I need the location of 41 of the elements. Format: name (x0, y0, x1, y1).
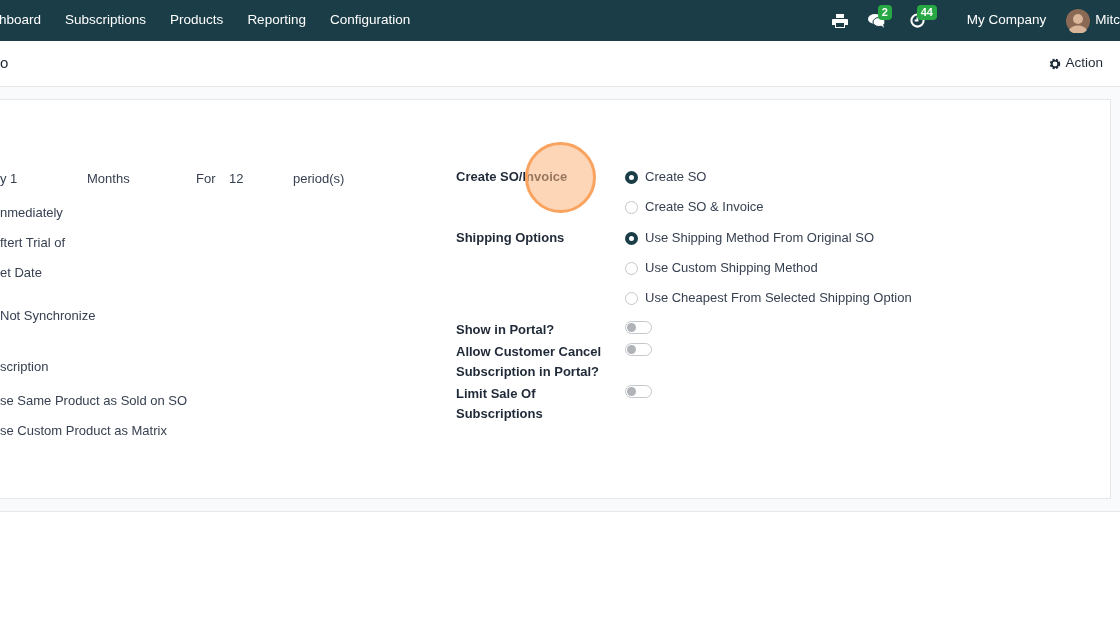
setting-label: Show in Portal? (456, 322, 555, 337)
field-value: Months (87, 170, 131, 188)
menu-item[interactable]: Reporting (247, 10, 306, 31)
option-label: se Same Product as Sold on SO (0, 392, 189, 410)
field-label: period(s) (293, 170, 345, 188)
toggle-switch[interactable] (625, 321, 652, 334)
option-label: et Date (0, 264, 43, 282)
radio-option[interactable]: Use Shipping Method From Original SO (625, 228, 912, 248)
menu-item[interactable]: Products (170, 10, 224, 31)
toggle-switch[interactable] (625, 343, 652, 356)
count-badge: 44 (916, 5, 937, 20)
radio-button[interactable] (625, 231, 638, 245)
company-switcher[interactable]: My Company (966, 10, 1047, 31)
setting-label: Limit Sale Of Subscriptions (456, 386, 543, 421)
option-label: se Custom Product as Matrix (0, 422, 168, 440)
radio-button[interactable] (625, 170, 638, 184)
menu-item[interactable]: Subscriptions (65, 10, 147, 31)
field-value: 12 (229, 170, 245, 188)
toggle-switch[interactable] (625, 385, 652, 398)
option-label: nmediately (0, 204, 64, 222)
option-label: Not Synchronize (0, 307, 97, 325)
count-badge: 2 (877, 5, 892, 20)
user-menu[interactable]: Mitc (1095, 10, 1120, 31)
setting-label: Create SO/Invoice (456, 169, 568, 184)
field-label: For (196, 170, 217, 188)
menu-item[interactable]: hboard (0, 10, 42, 31)
avatar-icon[interactable] (1066, 8, 1091, 33)
field-value: y 1 (0, 170, 19, 188)
radio-option[interactable]: Use Cheapest From Selected Shipping Option (625, 288, 912, 308)
setting-label: Allow Customer Cancel Subscription in Portal? (456, 344, 602, 379)
radio-option[interactable]: Use Custom Shipping Method (625, 258, 912, 278)
option-label: ftert Trial of (0, 234, 67, 252)
action-button[interactable]: Action (1049, 53, 1103, 74)
printer-icon[interactable] (831, 13, 848, 28)
radio-option[interactable]: Create SO & Invoice (625, 197, 764, 217)
gear-icon (1049, 57, 1062, 70)
radio-option[interactable]: Create SO (625, 167, 764, 187)
menu-item[interactable]: Configuration (329, 10, 411, 31)
breadcrumb[interactable]: o (0, 52, 9, 75)
setting-label: Shipping Options (456, 230, 565, 245)
option-label: scription (0, 358, 50, 376)
